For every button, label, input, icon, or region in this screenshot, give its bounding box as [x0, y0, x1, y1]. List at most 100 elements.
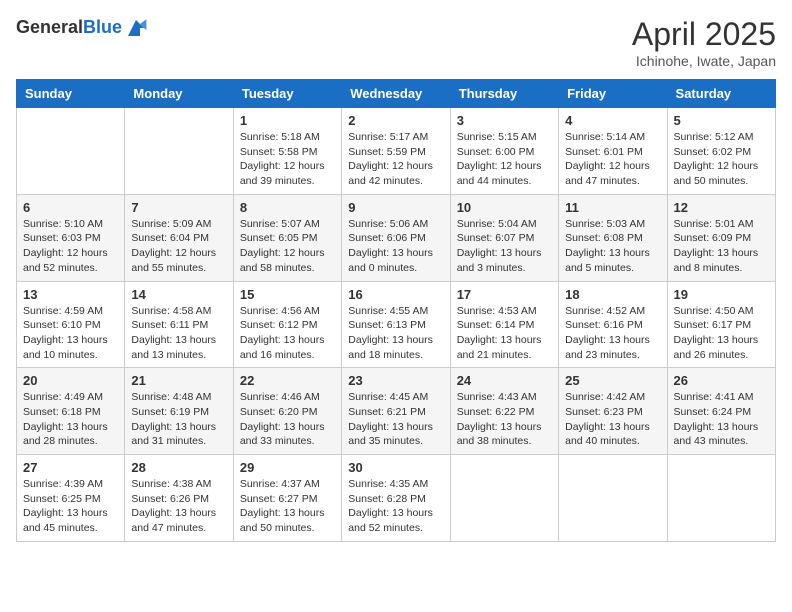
day-info: Sunrise: 4:53 AMSunset: 6:14 PMDaylight:…: [457, 304, 552, 363]
day-number: 20: [23, 373, 118, 388]
logo-text: GeneralBlue: [16, 18, 122, 38]
calendar-cell: 18 Sunrise: 4:52 AMSunset: 6:16 PMDayligh…: [559, 281, 667, 368]
calendar-cell: 27 Sunrise: 4:39 AMSunset: 6:25 PMDayligh…: [17, 455, 125, 542]
day-number: 11: [565, 200, 660, 215]
day-header-thursday: Thursday: [450, 80, 558, 108]
logo: GeneralBlue: [16, 16, 148, 40]
day-header-saturday: Saturday: [667, 80, 775, 108]
day-info: Sunrise: 4:52 AMSunset: 6:16 PMDaylight:…: [565, 304, 660, 363]
day-info: Sunrise: 4:50 AMSunset: 6:17 PMDaylight:…: [674, 304, 769, 363]
day-info: Sunrise: 4:37 AMSunset: 6:27 PMDaylight:…: [240, 477, 335, 536]
day-number: 21: [131, 373, 226, 388]
day-info: Sunrise: 4:48 AMSunset: 6:19 PMDaylight:…: [131, 390, 226, 449]
day-info: Sunrise: 4:49 AMSunset: 6:18 PMDaylight:…: [23, 390, 118, 449]
calendar-cell: 10 Sunrise: 5:04 AMSunset: 6:07 PMDayligh…: [450, 194, 558, 281]
day-number: 27: [23, 460, 118, 475]
day-number: 30: [348, 460, 443, 475]
calendar-cell: [17, 108, 125, 195]
calendar-cell: 30 Sunrise: 4:35 AMSunset: 6:28 PMDayligh…: [342, 455, 450, 542]
day-info: Sunrise: 4:42 AMSunset: 6:23 PMDaylight:…: [565, 390, 660, 449]
day-header-friday: Friday: [559, 80, 667, 108]
calendar-cell: 13 Sunrise: 4:59 AMSunset: 6:10 PMDayligh…: [17, 281, 125, 368]
day-number: 24: [457, 373, 552, 388]
day-info: Sunrise: 5:12 AMSunset: 6:02 PMDaylight:…: [674, 130, 769, 189]
day-number: 7: [131, 200, 226, 215]
day-number: 12: [674, 200, 769, 215]
calendar-cell: 19Sunrise: 4:50 AMSunset: 6:17 PMDayligh…: [667, 281, 775, 368]
calendar-cell: 16 Sunrise: 4:55 AMSunset: 6:13 PMDayligh…: [342, 281, 450, 368]
calendar-cell: 22Sunrise: 4:46 AMSunset: 6:20 PMDayligh…: [233, 368, 341, 455]
day-number: 16: [348, 287, 443, 302]
day-info: Sunrise: 4:45 AMSunset: 6:21 PMDaylight:…: [348, 390, 443, 449]
calendar-cell: 14Sunrise: 4:58 AMSunset: 6:11 PMDayligh…: [125, 281, 233, 368]
day-info: Sunrise: 5:09 AMSunset: 6:04 PMDaylight:…: [131, 217, 226, 276]
calendar-cell: 24 Sunrise: 4:43 AMSunset: 6:22 PMDayligh…: [450, 368, 558, 455]
day-number: 26: [674, 373, 769, 388]
day-header-tuesday: Tuesday: [233, 80, 341, 108]
day-number: 29: [240, 460, 335, 475]
day-number: 4: [565, 113, 660, 128]
day-info: Sunrise: 5:07 AMSunset: 6:05 PMDaylight:…: [240, 217, 335, 276]
day-info: Sunrise: 5:17 AMSunset: 5:59 PMDaylight:…: [348, 130, 443, 189]
location-subtitle: Ichinohe, Iwate, Japan: [632, 53, 776, 69]
day-number: 28: [131, 460, 226, 475]
week-row-1: 1 Sunrise: 5:18 AMSunset: 5:58 PMDaylight…: [17, 108, 776, 195]
calendar-cell: [450, 455, 558, 542]
calendar-cell: 2 Sunrise: 5:17 AMSunset: 5:59 PMDaylight…: [342, 108, 450, 195]
day-info: Sunrise: 4:35 AMSunset: 6:28 PMDaylight:…: [348, 477, 443, 536]
calendar-cell: 15Sunrise: 4:56 AMSunset: 6:12 PMDayligh…: [233, 281, 341, 368]
calendar-cell: 12Sunrise: 5:01 AMSunset: 6:09 PMDayligh…: [667, 194, 775, 281]
day-info: Sunrise: 4:58 AMSunset: 6:11 PMDaylight:…: [131, 304, 226, 363]
day-info: Sunrise: 4:56 AMSunset: 6:12 PMDaylight:…: [240, 304, 335, 363]
calendar-cell: 9Sunrise: 5:06 AMSunset: 6:06 PMDaylight…: [342, 194, 450, 281]
calendar-cell: 7 Sunrise: 5:09 AMSunset: 6:04 PMDaylight…: [125, 194, 233, 281]
calendar-cell: [559, 455, 667, 542]
day-number: 17: [457, 287, 552, 302]
day-number: 1: [240, 113, 335, 128]
day-info: Sunrise: 4:46 AMSunset: 6:20 PMDaylight:…: [240, 390, 335, 449]
day-number: 2: [348, 113, 443, 128]
calendar-cell: 28Sunrise: 4:38 AMSunset: 6:26 PMDayligh…: [125, 455, 233, 542]
week-row-4: 20 Sunrise: 4:49 AMSunset: 6:18 PMDayligh…: [17, 368, 776, 455]
calendar-cell: [667, 455, 775, 542]
day-info: Sunrise: 5:06 AMSunset: 6:06 PMDaylight:…: [348, 217, 443, 276]
day-info: Sunrise: 4:41 AMSunset: 6:24 PMDaylight:…: [674, 390, 769, 449]
day-number: 23: [348, 373, 443, 388]
month-title: April 2025: [632, 16, 776, 53]
page-header: GeneralBlue April 2025 Ichinohe, Iwate, …: [16, 16, 776, 69]
calendar-cell: 20 Sunrise: 4:49 AMSunset: 6:18 PMDayligh…: [17, 368, 125, 455]
day-info: Sunrise: 4:43 AMSunset: 6:22 PMDaylight:…: [457, 390, 552, 449]
day-info: Sunrise: 5:18 AMSunset: 5:58 PMDaylight:…: [240, 130, 335, 189]
day-number: 5: [674, 113, 769, 128]
calendar-cell: [125, 108, 233, 195]
day-info: Sunrise: 4:55 AMSunset: 6:13 PMDaylight:…: [348, 304, 443, 363]
week-row-2: 6 Sunrise: 5:10 AMSunset: 6:03 PMDaylight…: [17, 194, 776, 281]
day-number: 10: [457, 200, 552, 215]
day-info: Sunrise: 4:39 AMSunset: 6:25 PMDaylight:…: [23, 477, 118, 536]
day-info: Sunrise: 5:03 AMSunset: 6:08 PMDaylight:…: [565, 217, 660, 276]
day-info: Sunrise: 5:15 AMSunset: 6:00 PMDaylight:…: [457, 130, 552, 189]
calendar-cell: 25 Sunrise: 4:42 AMSunset: 6:23 PMDayligh…: [559, 368, 667, 455]
calendar-cell: 17 Sunrise: 4:53 AMSunset: 6:14 PMDayligh…: [450, 281, 558, 368]
title-block: April 2025 Ichinohe, Iwate, Japan: [632, 16, 776, 69]
day-header-sunday: Sunday: [17, 80, 125, 108]
day-info: Sunrise: 5:04 AMSunset: 6:07 PMDaylight:…: [457, 217, 552, 276]
logo-icon: [124, 16, 148, 40]
day-number: 25: [565, 373, 660, 388]
day-number: 6: [23, 200, 118, 215]
calendar-cell: 3Sunrise: 5:15 AMSunset: 6:00 PMDaylight…: [450, 108, 558, 195]
day-number: 18: [565, 287, 660, 302]
calendar-cell: 11 Sunrise: 5:03 AMSunset: 6:08 PMDayligh…: [559, 194, 667, 281]
day-number: 13: [23, 287, 118, 302]
calendar-cell: 5 Sunrise: 5:12 AMSunset: 6:02 PMDaylight…: [667, 108, 775, 195]
calendar-cell: 26 Sunrise: 4:41 AMSunset: 6:24 PMDayligh…: [667, 368, 775, 455]
calendar-cell: 29 Sunrise: 4:37 AMSunset: 6:27 PMDayligh…: [233, 455, 341, 542]
day-info: Sunrise: 5:10 AMSunset: 6:03 PMDaylight:…: [23, 217, 118, 276]
logo-blue-text: Blue: [83, 17, 122, 37]
calendar-table: SundayMondayTuesdayWednesdayThursdayFrid…: [16, 79, 776, 542]
day-info: Sunrise: 5:14 AMSunset: 6:01 PMDaylight:…: [565, 130, 660, 189]
calendar-cell: 23 Sunrise: 4:45 AMSunset: 6:21 PMDayligh…: [342, 368, 450, 455]
week-row-3: 13 Sunrise: 4:59 AMSunset: 6:10 PMDayligh…: [17, 281, 776, 368]
day-info: Sunrise: 4:59 AMSunset: 6:10 PMDaylight:…: [23, 304, 118, 363]
header-row: SundayMondayTuesdayWednesdayThursdayFrid…: [17, 80, 776, 108]
